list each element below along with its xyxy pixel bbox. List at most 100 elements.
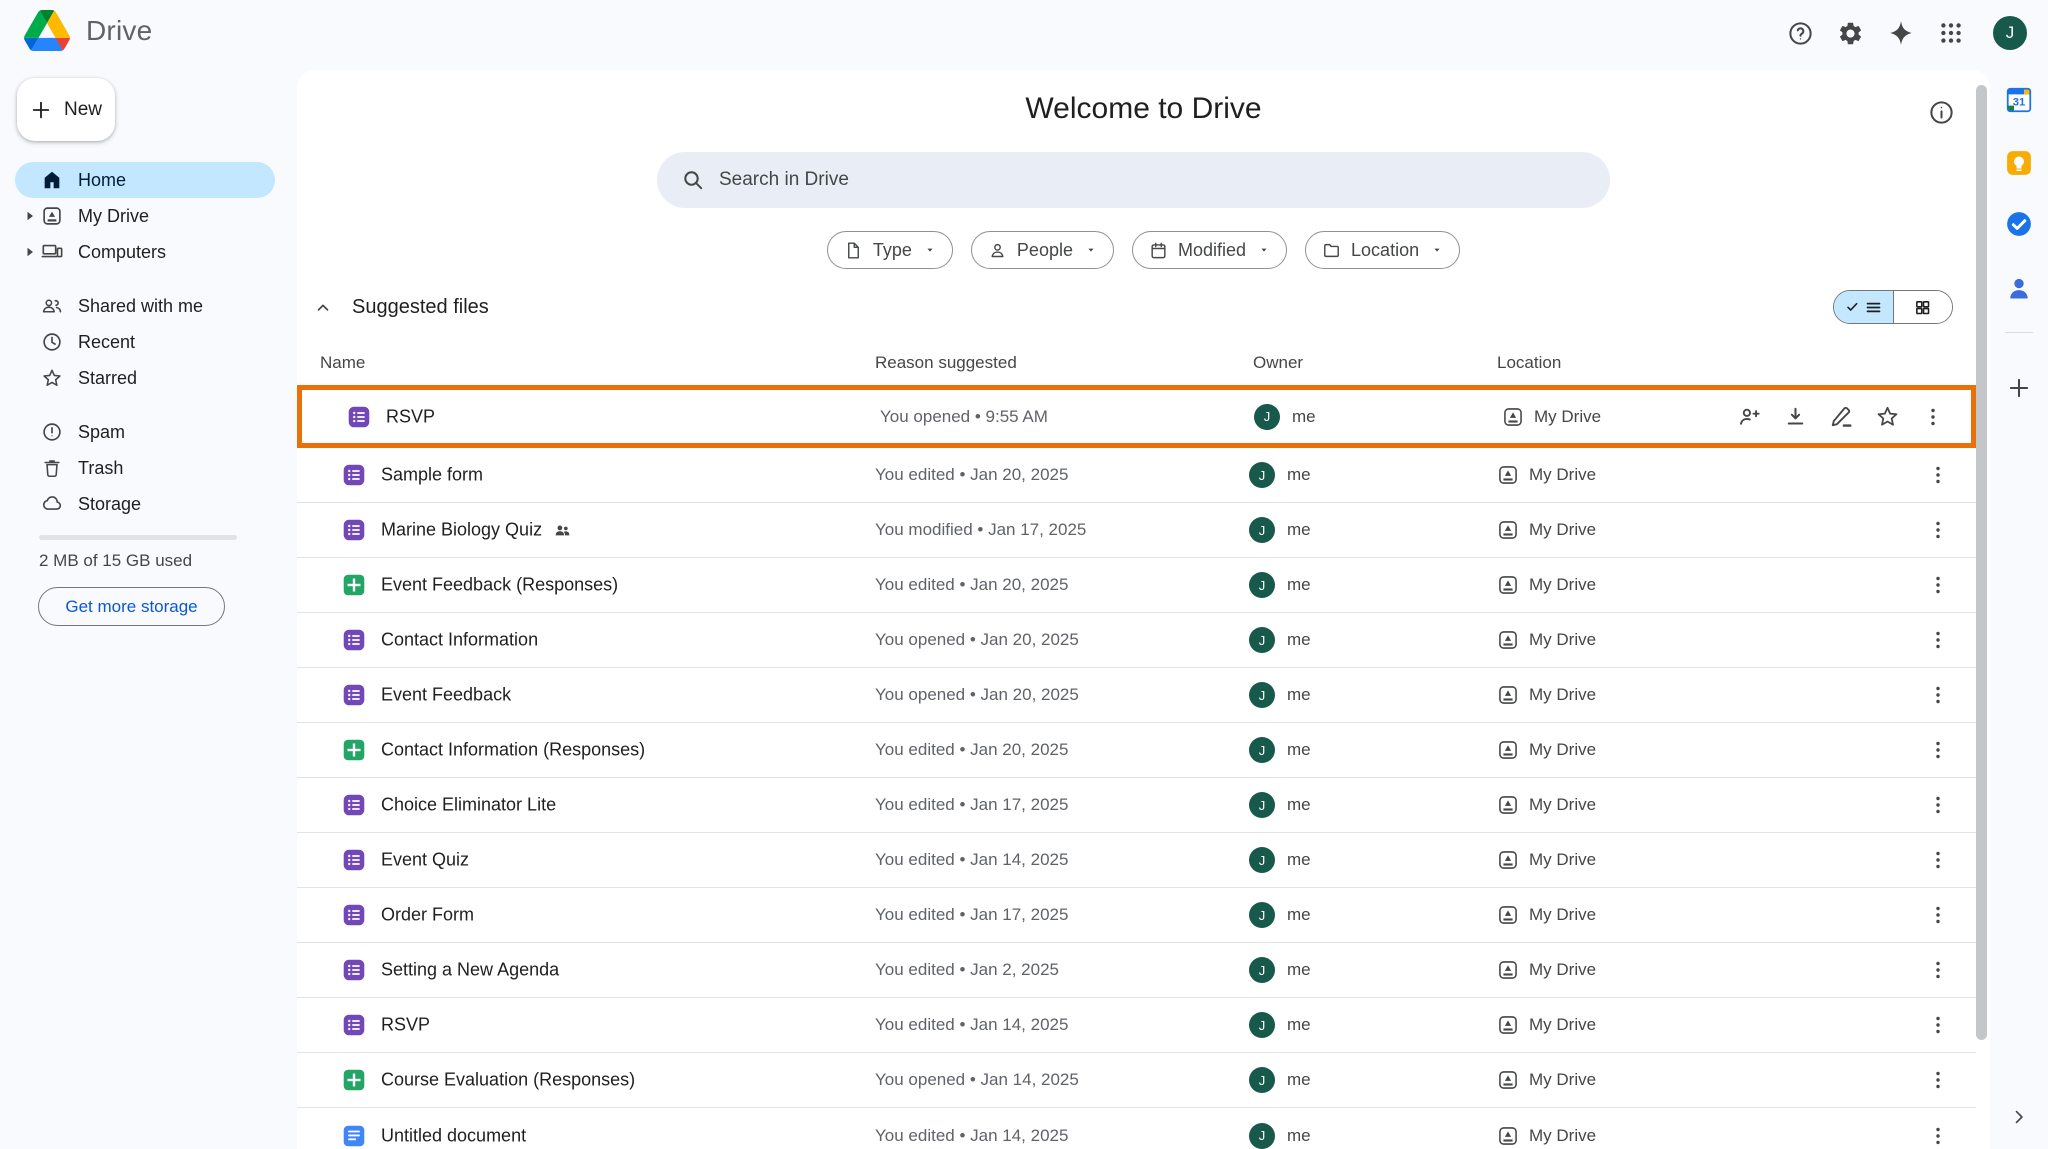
- file-location[interactable]: My Drive: [1497, 684, 1596, 706]
- table-row[interactable]: Contact Information You opened • Jan 20,…: [297, 613, 1976, 668]
- calendar-app-button[interactable]: 31: [2004, 85, 2034, 115]
- filter-chip-people[interactable]: People: [971, 231, 1114, 269]
- download-button[interactable]: [1781, 403, 1809, 431]
- my-drive-location-icon: [1497, 904, 1519, 926]
- sidebar-item-recent[interactable]: Recent: [15, 324, 275, 360]
- table-row[interactable]: Setting a New Agenda You edited • Jan 2,…: [297, 943, 1976, 998]
- get-addons-button[interactable]: [2004, 373, 2034, 403]
- table-row[interactable]: Event Feedback You opened • Jan 20, 2025…: [297, 668, 1976, 723]
- sidebar-item-starred[interactable]: Starred: [15, 360, 275, 396]
- table-row[interactable]: Sample form You edited • Jan 20, 2025 J …: [297, 448, 1976, 503]
- more-options-button[interactable]: [1924, 1066, 1952, 1094]
- table-row[interactable]: Untitled document You edited • Jan 14, 2…: [297, 1108, 1976, 1149]
- file-location[interactable]: My Drive: [1497, 959, 1596, 981]
- help-button[interactable]: [1776, 9, 1824, 57]
- owner-avatar: J: [1249, 1067, 1275, 1093]
- column-header-location[interactable]: Location: [1497, 353, 1561, 373]
- sidebar-item-storage[interactable]: Storage: [15, 486, 275, 522]
- file-location[interactable]: My Drive: [1497, 1014, 1596, 1036]
- tasks-app-button[interactable]: [2004, 209, 2034, 239]
- more-options-button[interactable]: [1924, 516, 1952, 544]
- vertical-scrollbar[interactable]: [1976, 85, 1987, 1040]
- collapse-chevron-up-icon[interactable]: [307, 292, 339, 324]
- sidebar-item-trash[interactable]: Trash: [15, 450, 275, 486]
- more-options-button[interactable]: [1924, 901, 1952, 929]
- owner-label: me: [1292, 407, 1316, 427]
- file-location[interactable]: My Drive: [1497, 519, 1596, 541]
- account-avatar[interactable]: J: [1993, 16, 2027, 50]
- more-options-button[interactable]: [1924, 1011, 1952, 1039]
- sidebar-item-home[interactable]: Home: [15, 162, 275, 198]
- more-options-button[interactable]: [1924, 626, 1952, 654]
- filter-chip-modified[interactable]: Modified: [1132, 231, 1287, 269]
- file-location[interactable]: My Drive: [1497, 1069, 1596, 1091]
- get-more-storage-button[interactable]: Get more storage: [38, 587, 225, 626]
- file-location[interactable]: My Drive: [1497, 904, 1596, 926]
- owner-avatar: J: [1249, 627, 1275, 653]
- owner-avatar: J: [1249, 462, 1275, 488]
- search-input[interactable]: [719, 169, 1610, 191]
- star-button[interactable]: [1873, 403, 1901, 431]
- table-row[interactable]: Event Quiz You edited • Jan 14, 2025 J m…: [297, 833, 1976, 888]
- file-location[interactable]: My Drive: [1497, 739, 1596, 761]
- table-row[interactable]: Contact Information (Responses) You edit…: [297, 723, 1976, 778]
- more-options-button[interactable]: [1924, 846, 1952, 874]
- file-location[interactable]: My Drive: [1497, 629, 1596, 651]
- rename-button[interactable]: [1827, 403, 1855, 431]
- file-name: Order Form: [381, 905, 474, 926]
- file-location[interactable]: My Drive: [1502, 406, 1601, 428]
- more-options-button[interactable]: [1924, 791, 1952, 819]
- gemini-button[interactable]: [1877, 9, 1925, 57]
- my-drive-location-icon: [1497, 464, 1519, 486]
- sidebar-item-shared-with-me[interactable]: Shared with me: [15, 288, 275, 324]
- more-options-button[interactable]: [1924, 461, 1952, 489]
- sidebar-item-spam[interactable]: Spam: [15, 414, 275, 450]
- settings-button[interactable]: [1826, 9, 1874, 57]
- keep-app-button[interactable]: [2004, 148, 2034, 178]
- info-button[interactable]: [1925, 96, 1957, 128]
- shared-people-icon: [40, 294, 64, 318]
- column-header-reason[interactable]: Reason suggested: [875, 353, 1017, 373]
- more-options-button[interactable]: [1924, 1122, 1952, 1149]
- more-options-button[interactable]: [1924, 736, 1952, 764]
- contacts-app-button[interactable]: [2004, 273, 2034, 303]
- sidebar-item-computers[interactable]: Computers: [15, 234, 275, 270]
- file-type-icon: [844, 241, 863, 260]
- table-row[interactable]: Marine Biology Quiz You modified • Jan 1…: [297, 503, 1976, 558]
- expand-arrow-icon[interactable]: [23, 247, 37, 257]
- expand-arrow-icon[interactable]: [23, 211, 37, 221]
- owner-label: me: [1287, 520, 1311, 540]
- row-actions: [1924, 571, 1952, 599]
- column-header-owner[interactable]: Owner: [1253, 353, 1303, 373]
- show-side-panel-button[interactable]: [2004, 1102, 2034, 1132]
- file-location[interactable]: My Drive: [1497, 849, 1596, 871]
- column-header-name[interactable]: Name: [320, 353, 365, 373]
- grid-view-button[interactable]: [1893, 291, 1953, 323]
- table-row[interactable]: RSVP You opened • 9:55 AM J me My Drive: [297, 385, 1976, 448]
- more-options-button[interactable]: [1924, 681, 1952, 709]
- drive-brand[interactable]: Drive: [24, 10, 152, 51]
- more-options-button[interactable]: [1924, 956, 1952, 984]
- file-location[interactable]: My Drive: [1497, 794, 1596, 816]
- table-row[interactable]: RSVP You edited • Jan 14, 2025 J me My D…: [297, 998, 1976, 1053]
- table-row[interactable]: Order Form You edited • Jan 17, 2025 J m…: [297, 888, 1976, 943]
- table-row[interactable]: Event Feedback (Responses) You edited • …: [297, 558, 1976, 613]
- list-view-button[interactable]: [1834, 291, 1893, 323]
- filter-chip-type[interactable]: Type: [827, 231, 953, 269]
- reason-suggested: You edited • Jan 20, 2025: [875, 465, 1068, 485]
- my-drive-location-icon: [1497, 629, 1519, 651]
- google-docs-icon: [341, 1123, 367, 1149]
- filter-chip-location[interactable]: Location: [1305, 231, 1460, 269]
- more-options-button[interactable]: [1924, 571, 1952, 599]
- more-options-button[interactable]: [1919, 403, 1947, 431]
- sidebar-item-my-drive[interactable]: My Drive: [15, 198, 275, 234]
- google-apps-button[interactable]: [1927, 9, 1975, 57]
- file-location[interactable]: My Drive: [1497, 1125, 1596, 1147]
- file-location[interactable]: My Drive: [1497, 574, 1596, 596]
- table-row[interactable]: Course Evaluation (Responses) You opened…: [297, 1053, 1976, 1108]
- new-button[interactable]: New: [17, 78, 115, 141]
- share-add-person-button[interactable]: [1735, 403, 1763, 431]
- table-row[interactable]: Choice Eliminator Lite You edited • Jan …: [297, 778, 1976, 833]
- spam-icon: [40, 420, 64, 444]
- file-location[interactable]: My Drive: [1497, 464, 1596, 486]
